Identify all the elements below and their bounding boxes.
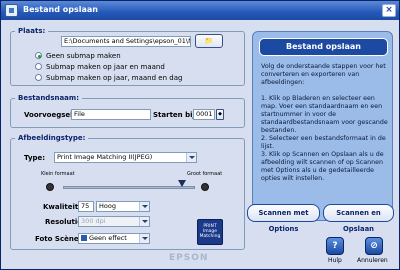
help-panel: Bestand opslaan Volg de onderstaande sta… [252,31,393,221]
large-size-label: Groot formaat [187,171,223,177]
radio-label: Submap maken op jaar en maand [46,63,165,71]
type-value: Print Image Matching II(JPEG) [57,153,153,161]
chevron-down-icon [186,153,196,162]
help-icon[interactable]: ? [326,237,344,255]
close-button[interactable]: × [382,4,396,17]
quality-slider-thumb[interactable] [177,180,186,187]
start-label: Starten bij: [153,111,198,119]
stepper-arrows-icon: ◆ [218,111,222,117]
epson-watermark: EPSON [169,253,209,263]
radio-no-subfolder[interactable]: Geen submap maken [35,52,121,60]
image-type-group-title: Afbeeldingstype: [15,134,89,142]
help-panel-title: Bestand opslaan [259,38,388,56]
filename-group-title: Bestandsnaam: [15,94,83,102]
prefix-label: Voorvoegsel: [24,111,76,119]
scene-dropdown[interactable]: Geen effect [78,233,150,244]
prefix-input[interactable]: File [71,109,151,120]
chevron-down-icon [139,202,149,211]
resolution-dropdown: 300 dpi [78,216,150,227]
window-title: Bestand opslaan [23,5,98,14]
chevron-down-icon [139,217,149,226]
start-number-stepper[interactable]: ◆ [216,109,224,120]
radio-label: Submap maken op jaar, maand en dag [46,74,183,82]
radio-subfolder-year-month-day[interactable]: Submap maken op jaar, maand en dag [35,74,182,82]
large-size-icon [201,183,209,191]
type-label: Type: [24,154,46,162]
scan-and-save-button[interactable]: Scannen en Opslaan [323,204,394,233]
scene-value: Geen effect [89,234,127,242]
type-dropdown[interactable]: Print Image Matching II(JPEG) [54,152,197,163]
radio-label: Geen submap maken [46,52,121,60]
quality-input[interactable]: 75 [78,201,94,212]
browse-button[interactable]: 📁 [195,34,223,48]
file-save-window: Bestand opslaan × Plaats: E:\Documents a… [0,0,400,270]
help-panel-text: Volg de onderstaande stappen voor het co… [261,63,388,182]
resolution-value: 300 dpi [81,217,106,225]
radio-dot-icon [35,74,42,81]
small-size-label: Klein formaat [41,171,75,177]
cancel-icon[interactable]: ⊘ [365,237,383,255]
effect-icon [81,235,87,241]
radio-dot-icon [35,63,42,70]
quality-label: Kwaliteit: [43,203,82,211]
print-image-matching-logo: PRINT Image Matching [197,219,223,245]
title-bar[interactable]: Bestand opslaan × [1,1,399,20]
scan-with-options-button[interactable]: Scannen met Options [247,204,320,233]
start-number-input[interactable]: 0001 [193,109,215,120]
cancel-label: Annuleren [357,257,388,264]
scene-label: Foto Scène: [35,235,82,243]
chevron-down-icon [139,234,149,243]
radio-subfolder-year-month[interactable]: Submap maken op jaar en maand [35,63,165,71]
path-field[interactable]: E:\Documents and Settings\epson_01\M [61,36,191,47]
quality-slider-track[interactable] [63,186,195,189]
location-group-title: Plaats: [15,27,49,35]
radio-dot-icon [35,52,42,59]
folder-icon: 📁 [204,37,214,45]
help-label: Hulp [328,257,342,264]
quality-dropdown[interactable]: Hoog [96,201,150,212]
app-icon [5,4,18,17]
quality-select-value: Hoog [99,202,116,210]
small-size-icon [46,183,54,191]
